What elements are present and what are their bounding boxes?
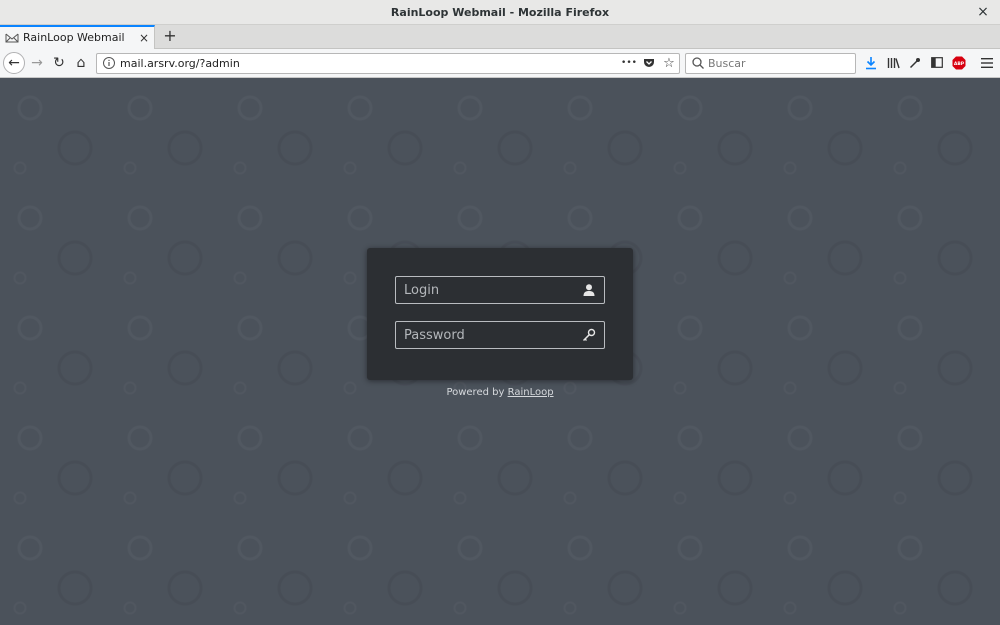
pocket-icon[interactable] <box>640 55 658 72</box>
password-field[interactable] <box>395 321 605 349</box>
tab-label: RainLoop Webmail <box>23 31 125 44</box>
login-input[interactable] <box>404 277 574 303</box>
svg-text:ABP: ABP <box>954 61 965 67</box>
abp-icon[interactable]: ABP <box>948 52 970 74</box>
window-close-button[interactable]: × <box>974 3 992 21</box>
new-tab-button[interactable]: + <box>160 26 180 46</box>
login-form <box>367 248 633 380</box>
tab-strip: RainLoop Webmail × + <box>0 25 1000 49</box>
password-input[interactable] <box>404 322 574 348</box>
search-input[interactable] <box>708 55 848 72</box>
user-icon <box>583 284 595 296</box>
back-button[interactable]: ← <box>3 52 25 74</box>
page-actions-button[interactable]: ••• <box>620 55 638 72</box>
tab-rainloop[interactable]: RainLoop Webmail × <box>0 25 155 49</box>
eyedropper-icon[interactable] <box>904 52 926 74</box>
menu-icon[interactable] <box>976 52 998 74</box>
powered-by-footer: Powered by RainLoop <box>0 387 1000 398</box>
key-icon <box>582 328 596 342</box>
page-content: Powered by RainLoop <box>0 78 1000 625</box>
forward-button[interactable]: → <box>26 52 48 74</box>
search-icon <box>692 57 704 69</box>
bookmark-star-icon[interactable]: ☆ <box>660 55 678 72</box>
rainloop-link[interactable]: RainLoop <box>508 387 554 398</box>
url-text[interactable]: mail.arsrv.org/?admin <box>120 55 240 72</box>
login-field[interactable] <box>395 276 605 304</box>
search-bar[interactable] <box>685 53 856 74</box>
site-info-icon[interactable] <box>102 56 116 70</box>
download-icon[interactable] <box>860 52 882 74</box>
reload-button[interactable]: ↻ <box>48 52 70 74</box>
url-bar[interactable]: mail.arsrv.org/?admin ••• ☆ <box>96 53 680 74</box>
rainloop-favicon-icon <box>5 33 19 43</box>
sidebar-icon[interactable] <box>926 52 948 74</box>
library-icon[interactable] <box>882 52 904 74</box>
window-title: RainLoop Webmail - Mozilla Firefox <box>390 6 610 19</box>
powered-by-text: Powered by <box>446 387 505 398</box>
navigation-bar: ← → ↻ ⌂ mail.arsrv.org/?admin ••• ☆ ABP <box>0 49 1000 78</box>
tab-close-button[interactable]: × <box>139 30 149 46</box>
window-titlebar: RainLoop Webmail - Mozilla Firefox × <box>0 0 1000 25</box>
home-button[interactable]: ⌂ <box>70 52 92 74</box>
